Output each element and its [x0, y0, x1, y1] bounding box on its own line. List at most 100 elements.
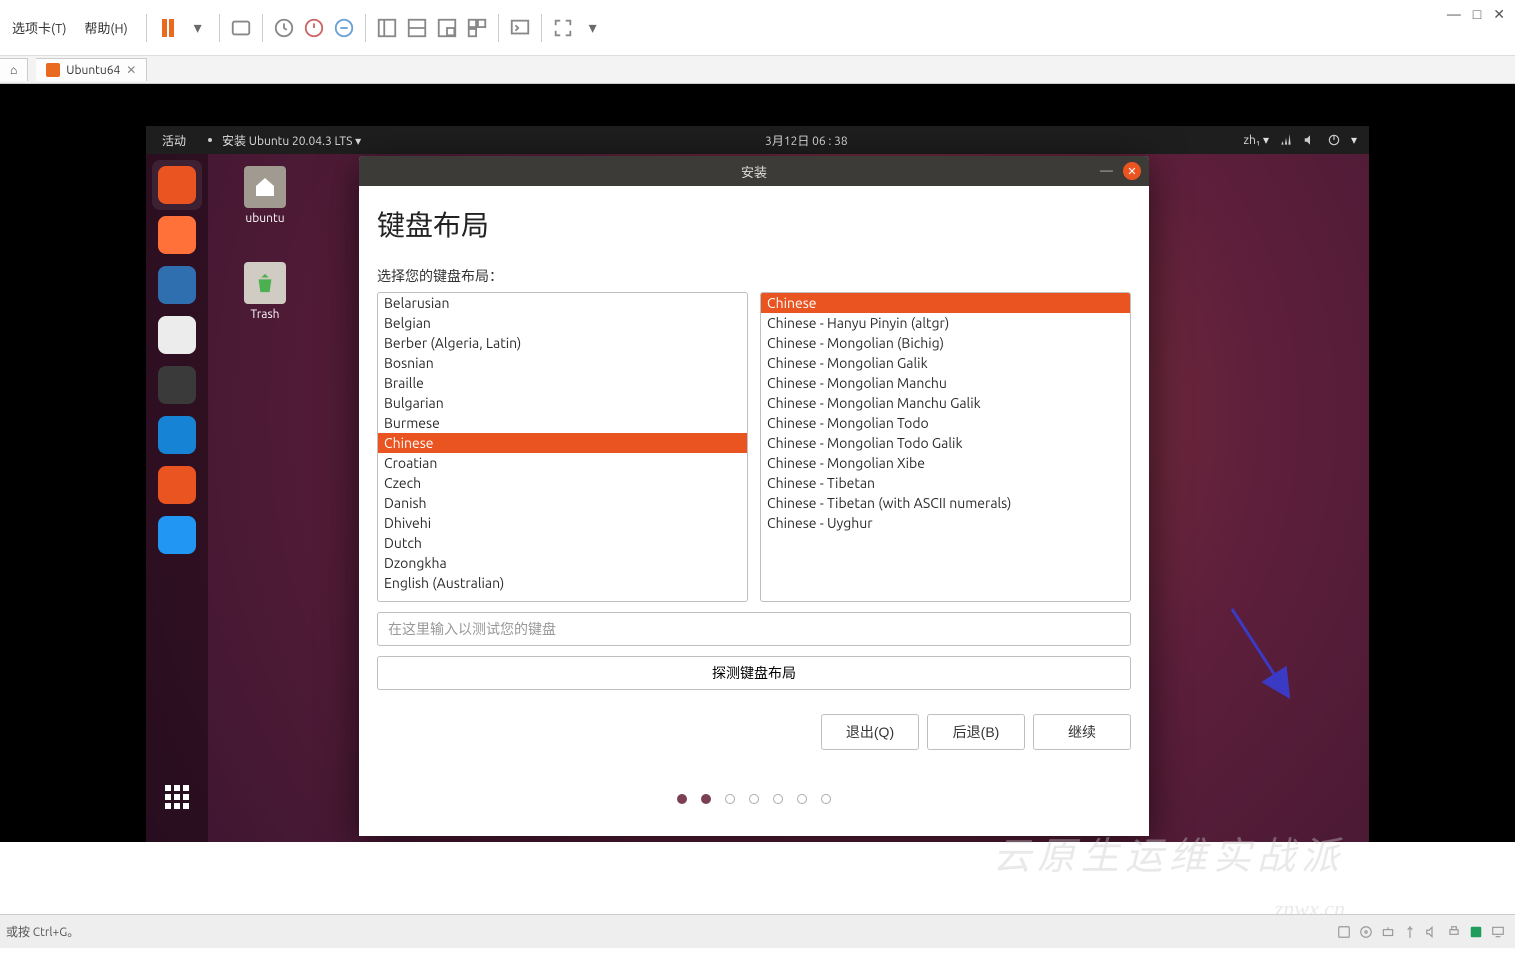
dock-ubuntu-software[interactable]: [152, 460, 202, 510]
view-multi-icon[interactable]: [466, 17, 488, 39]
separator: [219, 14, 220, 42]
dock-ubuntu-installer[interactable]: [152, 160, 202, 210]
list-item[interactable]: Braille: [378, 373, 747, 393]
show-applications-button[interactable]: [152, 772, 202, 822]
list-item[interactable]: Belarusian: [378, 293, 747, 313]
snapshot-take-icon[interactable]: [303, 17, 325, 39]
maximize-button[interactable]: □: [1473, 6, 1481, 23]
list-item[interactable]: Chinese - Mongolian Xibe: [761, 453, 1130, 473]
clock[interactable]: 3月12日 06 : 38: [369, 132, 1243, 149]
list-item[interactable]: Chinese: [761, 293, 1130, 313]
keyboard-variant-list[interactable]: ChineseChinese - Hanyu Pinyin (altgr)Chi…: [760, 292, 1131, 602]
keyboard-columns: BelarusianBelgianBerber (Algeria, Latin)…: [377, 292, 1131, 602]
menu-tabs[interactable]: 选项卡(T): [6, 14, 72, 41]
back-button[interactable]: 后退(B): [927, 714, 1025, 750]
system-tray: zh₁ ▾ ▾: [1244, 133, 1363, 147]
list-item[interactable]: Chinese - Mongolian Manchu Galik: [761, 393, 1130, 413]
desktop-trash-icon[interactable]: Trash: [230, 262, 300, 321]
vm-stage: 活动 安装 Ubuntu 20.04.3 LTS ▾ 3月12日 06 : 38…: [0, 84, 1515, 842]
dock-files[interactable]: [152, 310, 202, 360]
usb-icon[interactable]: [1403, 925, 1417, 939]
step-dot: [749, 794, 759, 804]
keyboard-test-input[interactable]: [377, 612, 1131, 646]
list-item[interactable]: Chinese - Mongolian Todo: [761, 413, 1130, 433]
detect-layout-button[interactable]: 探测键盘布局: [377, 656, 1131, 690]
dropdown-icon[interactable]: ▾: [582, 17, 604, 39]
list-item[interactable]: Chinese - Tibetan: [761, 473, 1130, 493]
clock-icon[interactable]: [273, 17, 295, 39]
minimize-button[interactable]: —: [1447, 6, 1461, 23]
app-indicator[interactable]: 安装 Ubuntu 20.04.3 LTS ▾: [196, 132, 369, 149]
separator: [262, 14, 263, 42]
dock-help[interactable]: [152, 510, 202, 560]
net-icon[interactable]: [1381, 925, 1395, 939]
dock-libreoffice-writer[interactable]: [152, 410, 202, 460]
host-tab-bar: ⌂ Ubuntu64 ✕: [0, 56, 1515, 84]
installer-window: 安装 — ✕ 键盘布局 选择您的键盘布局： BelarusianBelgianB…: [359, 156, 1149, 836]
chevron-down-icon[interactable]: ▾: [1351, 133, 1357, 147]
keyboard-layout-list[interactable]: BelarusianBelgianBerber (Algeria, Latin)…: [377, 292, 748, 602]
cd-icon[interactable]: [1359, 925, 1373, 939]
vm-running-icon[interactable]: [1469, 925, 1483, 939]
printer-icon[interactable]: [1447, 925, 1461, 939]
power-icon[interactable]: [1327, 133, 1341, 147]
step-dot: [821, 794, 831, 804]
window-minimize-button[interactable]: —: [1100, 164, 1113, 178]
dropdown-icon[interactable]: ▾: [187, 17, 209, 39]
disk-icon[interactable]: [1337, 925, 1351, 939]
quit-button[interactable]: 退出(Q): [821, 714, 919, 750]
snapshot-manage-icon[interactable]: [333, 17, 355, 39]
list-item[interactable]: Burmese: [378, 413, 747, 433]
sound-icon[interactable]: [1425, 925, 1439, 939]
volume-icon[interactable]: [1303, 133, 1317, 147]
display-icon[interactable]: [1491, 925, 1505, 939]
desktop-icon-label: ubuntu: [230, 212, 300, 225]
activities-button[interactable]: 活动: [152, 132, 196, 149]
list-item[interactable]: English (Australian): [378, 573, 747, 593]
network-icon[interactable]: [1279, 133, 1293, 147]
dock-thunderbird[interactable]: [152, 260, 202, 310]
list-item[interactable]: Belgian: [378, 313, 747, 333]
pause-icon[interactable]: [157, 17, 179, 39]
list-item[interactable]: Chinese: [378, 433, 747, 453]
console-icon[interactable]: [509, 17, 531, 39]
list-item[interactable]: Chinese - Mongolian Galik: [761, 353, 1130, 373]
close-button[interactable]: ✕: [1493, 6, 1505, 23]
list-item[interactable]: Croatian: [378, 453, 747, 473]
view-thumb-icon[interactable]: [436, 17, 458, 39]
desktop-icon-label: Trash: [230, 308, 300, 321]
list-item[interactable]: Chinese - Mongolian (Bichig): [761, 333, 1130, 353]
list-item[interactable]: Bulgarian: [378, 393, 747, 413]
continue-button[interactable]: 继续: [1033, 714, 1131, 750]
separator: [365, 14, 366, 42]
tab-vm-ubuntu64[interactable]: Ubuntu64 ✕: [36, 58, 147, 81]
snapshot-icon[interactable]: [230, 17, 252, 39]
tab-close-icon[interactable]: ✕: [126, 63, 136, 77]
list-item[interactable]: Chinese - Tibetan (with ASCII numerals): [761, 493, 1130, 513]
menu-help[interactable]: 帮助(H): [78, 14, 133, 41]
step-dot: [773, 794, 783, 804]
tab-home[interactable]: ⌂: [0, 58, 28, 81]
list-item[interactable]: Czech: [378, 473, 747, 493]
list-item[interactable]: Chinese - Mongolian Manchu: [761, 373, 1130, 393]
list-item[interactable]: Berber (Algeria, Latin): [378, 333, 747, 353]
window-close-button[interactable]: ✕: [1123, 162, 1141, 180]
list-item[interactable]: Dutch: [378, 533, 747, 553]
list-item[interactable]: Chinese - Mongolian Todo Galik: [761, 433, 1130, 453]
list-item[interactable]: Chinese - Uyghur: [761, 513, 1130, 533]
list-item[interactable]: Bosnian: [378, 353, 747, 373]
app-indicator-label: 安装 Ubuntu 20.04.3 LTS ▾: [222, 132, 361, 149]
list-item[interactable]: Danish: [378, 493, 747, 513]
status-hint: 或按 Ctrl+G。: [6, 923, 79, 940]
list-item[interactable]: Chinese - Hanyu Pinyin (altgr): [761, 313, 1130, 333]
list-item[interactable]: Dzongkha: [378, 553, 747, 573]
dock-firefox[interactable]: [152, 210, 202, 260]
ubuntu-guest-screen: 活动 安装 Ubuntu 20.04.3 LTS ▾ 3月12日 06 : 38…: [146, 126, 1369, 842]
dock-rhythmbox[interactable]: [152, 360, 202, 410]
desktop-home-icon[interactable]: ubuntu: [230, 166, 300, 225]
view-single-icon[interactable]: [376, 17, 398, 39]
fullscreen-icon[interactable]: [552, 17, 574, 39]
list-item[interactable]: Dhivehi: [378, 513, 747, 533]
input-lang[interactable]: zh₁ ▾: [1244, 133, 1269, 147]
view-hsplit-icon[interactable]: [406, 17, 428, 39]
